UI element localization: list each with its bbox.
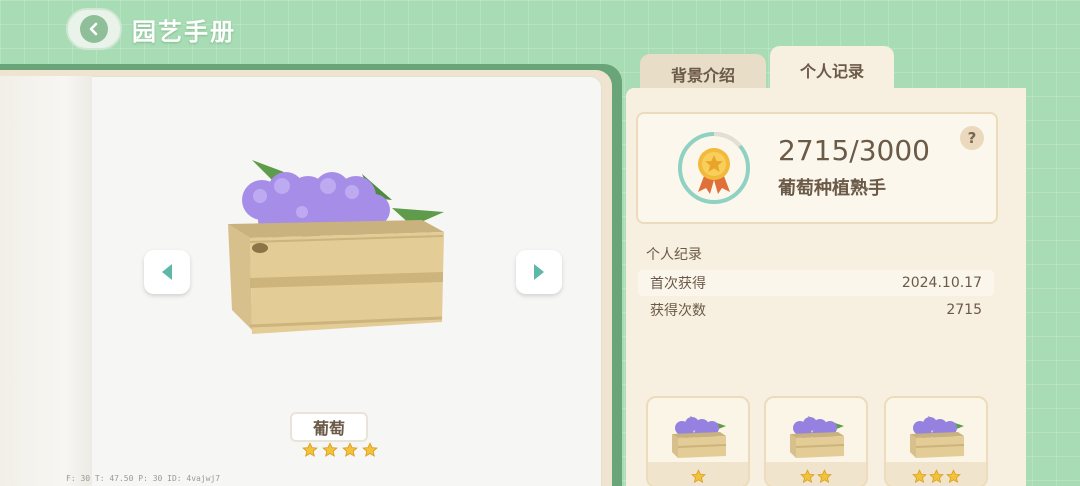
record-row: 首次获得 2024.10.17 (638, 270, 994, 296)
back-arrow-icon (80, 15, 108, 43)
star-icon (342, 442, 358, 457)
star-icon (800, 468, 815, 483)
tier-slot-1[interactable] (646, 396, 750, 486)
tier-slot-3[interactable] (884, 396, 988, 486)
star-icon (928, 468, 944, 483)
record-value: 2024.10.17 (901, 275, 982, 291)
item-name-label: 葡萄 (290, 412, 368, 442)
record-section-header: 个人纪录 (646, 247, 702, 263)
arrow-right-icon (534, 264, 544, 280)
record-value: 2715 (946, 302, 982, 318)
grape-crate-thumbnail (788, 412, 846, 458)
grape-crate-thumbnail (908, 412, 966, 458)
grape-crate-thumbnail (670, 412, 728, 458)
tier-stars (886, 462, 986, 486)
star-icon (362, 442, 378, 457)
arrow-left-icon (162, 264, 172, 280)
item-star-rating (302, 442, 378, 458)
debug-overlay: F: 30 T: 47.50 P: 30 ID: 4vajwj7 (66, 474, 221, 483)
progress-count: 2715/3000 (778, 134, 930, 167)
record-label: 首次获得 (650, 276, 706, 292)
record-row: 获得次数 2715 (638, 297, 994, 323)
star-icon (945, 468, 961, 483)
tab-personal-record[interactable]: 个人记录 (770, 46, 894, 94)
star-icon (911, 468, 927, 483)
tier-slot-2[interactable] (764, 396, 868, 486)
achievement-title: 葡萄种植熟手 (778, 178, 886, 199)
help-icon[interactable]: ? (960, 126, 984, 150)
back-button[interactable] (66, 8, 122, 50)
previous-item-button[interactable] (144, 250, 190, 294)
medal-icon (678, 132, 750, 204)
grape-crate-illustration (228, 160, 444, 334)
page-title: 园艺手册 (132, 18, 236, 46)
tier-stars (766, 462, 866, 486)
star-icon (690, 468, 706, 483)
star-icon (302, 442, 318, 457)
page-fold (0, 76, 92, 486)
star-icon (322, 442, 338, 457)
tier-stars (648, 462, 748, 486)
star-icon (817, 468, 832, 483)
record-label: 获得次数 (650, 303, 706, 319)
next-item-button[interactable] (516, 250, 562, 294)
